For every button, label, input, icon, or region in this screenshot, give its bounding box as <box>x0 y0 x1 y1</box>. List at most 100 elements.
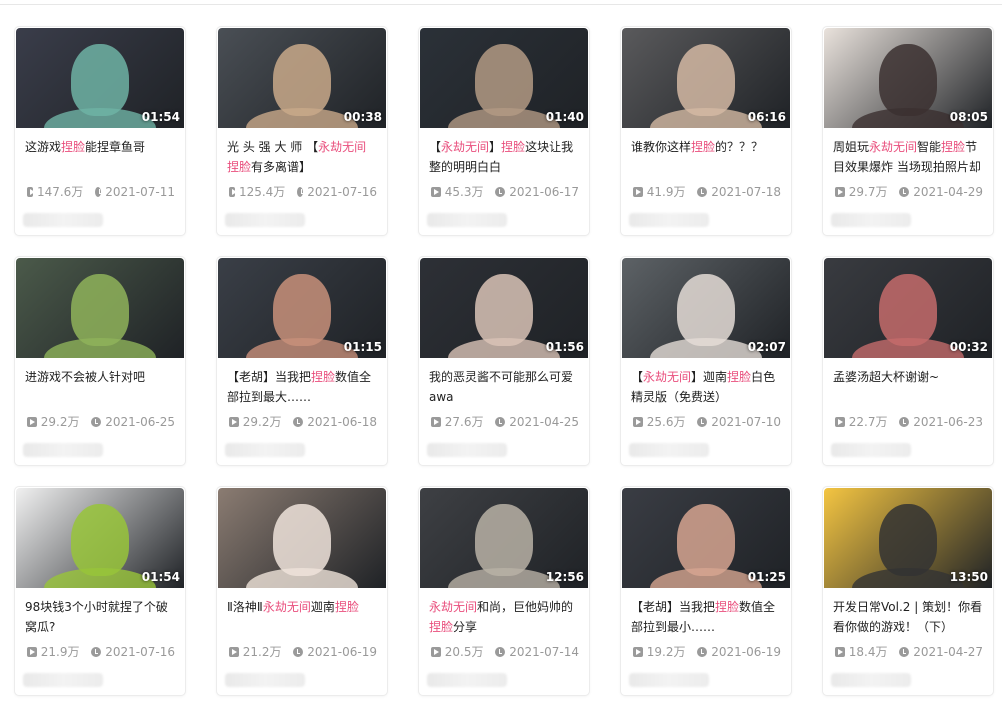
play-count-icon <box>633 646 643 657</box>
video-thumbnail[interactable]: 06:16 <box>622 28 790 128</box>
video-meta: 45.3万 2021-06-17 <box>431 183 579 200</box>
video-thumbnail[interactable]: 01:25 <box>622 488 790 588</box>
video-card[interactable]: 01:54 这游戏捏脸能捏章鱼哥 147.6万 2021-07-11 <box>15 27 185 235</box>
title-text: 分享 <box>453 620 478 634</box>
keyword-highlight: 捏脸 <box>334 600 359 614</box>
title-text: 能捏章鱼哥 <box>85 140 146 154</box>
video-title[interactable]: 【老胡】当我把捏脸数值全部拉到最小…… <box>631 597 781 637</box>
video-card[interactable]: 01:56 我的恶灵酱不可能那么可爱awa 27.6万 2021-04-25 <box>419 257 589 465</box>
view-count: 21.2万 <box>242 645 282 659</box>
play-count-icon <box>27 416 37 427</box>
video-duration: 13:50 <box>949 570 988 584</box>
video-duration: 01:54 <box>141 570 180 584</box>
uploader-name-blurred[interactable] <box>831 213 911 227</box>
video-card[interactable]: 02:07 【永劫无间】迦南捏脸白色精灵版（免费送） 25.6万 2021-07-10 <box>621 257 791 465</box>
view-count: 21.9万 <box>40 645 80 659</box>
uploader-name-blurred[interactable] <box>23 213 103 227</box>
video-thumbnail[interactable]: 01:40 <box>420 28 588 128</box>
video-title[interactable]: 永劫无间和尚，巨他妈帅的捏脸分享 <box>429 597 579 637</box>
uploader-name-blurred[interactable] <box>427 673 507 687</box>
title-text: 和尚，巨他妈帅的 <box>477 600 574 614</box>
video-title[interactable]: 进游戏不会被人针对吧 <box>25 367 175 407</box>
video-card[interactable]: 12:56 永劫无间和尚，巨他妈帅的捏脸分享 20.5万 2021-07-14 <box>419 487 589 695</box>
uploader-name-blurred[interactable] <box>225 213 305 227</box>
video-card[interactable]: 01:54 98块钱3个小时就捏了个破窝瓜? 21.9万 2021-07-16 <box>15 487 185 695</box>
video-card[interactable]: 01:15 【老胡】当我把捏脸数值全部拉到最大…… 29.2万 2021-06-18 <box>217 257 387 465</box>
keyword-highlight: 永劫无间 <box>262 600 311 614</box>
uploader-name-blurred[interactable] <box>23 673 103 687</box>
uploader-name-blurred[interactable] <box>427 443 507 457</box>
video-title[interactable]: 我的恶灵酱不可能那么可爱awa <box>429 367 579 407</box>
video-card[interactable]: 00:32 孟婆汤超大杯谢谢~ 22.7万 2021-06-23 <box>823 257 993 465</box>
video-thumbnail[interactable]: 00:38 <box>218 28 386 128</box>
video-meta: 41.9万 2021-07-18 <box>633 183 781 200</box>
uploader-name-blurred[interactable] <box>629 213 709 227</box>
video-title[interactable]: 光 头 强 大 师 【永劫无间 捏脸有多离谱】 <box>227 137 377 177</box>
uploader-name-blurred[interactable] <box>427 213 507 227</box>
keyword-highlight: 捏脸 <box>61 140 86 154</box>
title-text: Ⅱ洛神Ⅱ <box>227 600 263 614</box>
video-card[interactable]: 进游戏不会被人针对吧 29.2万 2021-06-25 <box>15 257 185 465</box>
clock-icon <box>495 186 506 197</box>
thumbnail-face <box>879 44 937 116</box>
video-meta: 29.2万 2021-06-18 <box>229 413 377 430</box>
video-thumbnail[interactable]: 13:50 <box>824 488 992 588</box>
video-title[interactable]: 98块钱3个小时就捏了个破窝瓜? <box>25 597 175 637</box>
video-title[interactable]: 【老胡】当我把捏脸数值全部拉到最大…… <box>227 367 377 407</box>
view-count: 18.4万 <box>848 645 888 659</box>
video-card[interactable]: 01:25 【老胡】当我把捏脸数值全部拉到最小…… 19.2万 2021-06-19 <box>621 487 791 695</box>
video-title[interactable]: 开发日常Vol.2 | 策划！你看看你做的游戏！（下） <box>833 597 983 637</box>
thumbnail-face <box>879 504 937 576</box>
title-text: 进游戏不会被人针对吧 <box>25 370 146 384</box>
video-title[interactable]: 这游戏捏脸能捏章鱼哥 <box>25 137 175 177</box>
video-thumbnail[interactable]: 02:07 <box>622 258 790 358</box>
title-text: 谁教你这样 <box>631 140 692 154</box>
thumbnail-face <box>71 44 129 116</box>
video-thumbnail[interactable] <box>218 488 386 588</box>
play-count-icon <box>431 186 441 197</box>
video-duration: 01:56 <box>545 340 584 354</box>
play-count-icon <box>835 416 845 427</box>
video-thumbnail[interactable]: 01:54 <box>16 488 184 588</box>
keyword-highlight: 永劫无间 <box>441 140 490 154</box>
uploader-name-blurred[interactable] <box>831 673 911 687</box>
video-title[interactable]: 谁教你这样捏脸的？？？ <box>631 137 781 177</box>
clock-icon <box>293 646 304 657</box>
video-thumbnail[interactable]: 12:56 <box>420 488 588 588</box>
video-thumbnail[interactable]: 08:05 <box>824 28 992 128</box>
video-thumbnail[interactable]: 01:56 <box>420 258 588 358</box>
uploader-name-blurred[interactable] <box>225 673 305 687</box>
clock-icon <box>495 646 506 657</box>
video-thumbnail[interactable]: 01:54 <box>16 28 184 128</box>
video-meta: 21.9万 2021-07-16 <box>27 643 175 660</box>
video-thumbnail[interactable]: 00:32 <box>824 258 992 358</box>
uploader-name-blurred[interactable] <box>225 443 305 457</box>
clock-icon <box>697 416 708 427</box>
uploader-name-blurred[interactable] <box>629 673 709 687</box>
publish-date: 2021-07-18 <box>711 184 781 199</box>
thumbnail-face <box>273 44 331 116</box>
publish-date: 2021-06-18 <box>307 414 377 429</box>
video-title[interactable]: 【永劫无间】捏脸这块让我整的明明白白 <box>429 137 579 177</box>
video-card[interactable]: 00:38 光 头 强 大 师 【永劫无间 捏脸有多离谱】 125.4万 2021-0… <box>217 27 387 235</box>
video-card[interactable]: 01:40 【永劫无间】捏脸这块让我整的明明白白 45.3万 2021-06-17 <box>419 27 589 235</box>
view-count: 147.6万 <box>36 185 84 199</box>
video-title[interactable]: 【永劫无间】迦南捏脸白色精灵版（免费送） <box>631 367 781 407</box>
video-card[interactable]: 13:50 开发日常Vol.2 | 策划！你看看你做的游戏！（下） 18.4万 202… <box>823 487 993 695</box>
video-title[interactable]: 孟婆汤超大杯谢谢~ <box>833 367 983 407</box>
video-card[interactable]: 06:16 谁教你这样捏脸的？？？ 41.9万 2021-07-18 <box>621 27 791 235</box>
top-divider <box>0 4 1002 5</box>
uploader-name-blurred[interactable] <box>23 443 103 457</box>
video-thumbnail[interactable]: 01:15 <box>218 258 386 358</box>
view-count: 45.3万 <box>444 185 484 199</box>
uploader-name-blurred[interactable] <box>629 443 709 457</box>
video-title[interactable]: Ⅱ洛神Ⅱ永劫无间迦南捏脸 <box>227 597 377 637</box>
play-count-icon <box>633 186 643 197</box>
video-card[interactable]: 08:05 周姐玩永劫无间智能捏脸节目效果爆炸 当场现拍照片却 29.7万 2021-… <box>823 27 993 235</box>
uploader-name-blurred[interactable] <box>831 443 911 457</box>
video-title[interactable]: 周姐玩永劫无间智能捏脸节目效果爆炸 当场现拍照片却 <box>833 137 983 177</box>
video-thumbnail[interactable] <box>16 258 184 358</box>
video-card[interactable]: Ⅱ洛神Ⅱ永劫无间迦南捏脸 21.2万 2021-06-19 <box>217 487 387 695</box>
play-count-icon <box>229 646 239 657</box>
play-count-icon <box>27 186 35 197</box>
